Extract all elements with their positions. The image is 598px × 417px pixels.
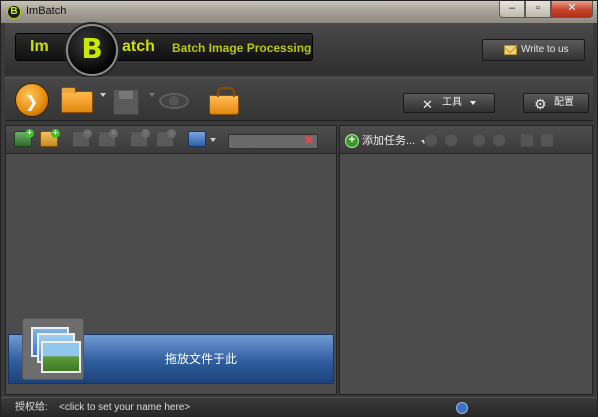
clear-tasks-button[interactable] [444,133,458,147]
save-button[interactable] [113,83,145,117]
license-label: 授权给: [15,402,48,413]
task-list-toolbar: + 添加任务... [340,126,592,154]
save-dropdown-icon[interactable] [149,93,155,97]
landscape-photo-icon [41,341,81,373]
arrow-up-icon: ↑ [141,129,150,138]
view-mode-dropdown-icon[interactable] [210,138,216,142]
logo-atch-text: atch [122,38,155,55]
paste-task-button[interactable] [540,133,554,147]
add-circle-icon: + [345,134,359,148]
app-header: Im B atch Batch Image Processing Write t… [5,23,593,76]
config-label: 配置 [554,97,574,108]
window-title: ImBatch [26,5,67,17]
add-image-button[interactable]: + [14,129,34,147]
app-icon: B [7,5,21,19]
info-icon [456,402,468,414]
add-folder-button[interactable]: + [40,129,60,147]
clear-images-button[interactable]: × [98,129,118,147]
move-up-button[interactable]: ↑ [130,129,150,147]
floppy-disk-icon [113,89,139,115]
delete-icon: × [109,129,118,138]
status-bar: 授权给: <click to set your name here> [1,397,597,417]
logo-b-circle: B [66,24,118,76]
view-mode-button[interactable] [188,131,206,147]
tools-menu-button[interactable]: ✕ 工具 [403,93,495,113]
move-down-button[interactable]: ↓ [156,129,176,147]
add-task-label: 添加任务... [362,135,416,147]
remove-icon: − [83,129,92,138]
copy-task-button[interactable] [520,133,534,147]
minimize-button[interactable]: – [499,1,525,18]
app-logo: Im B atch Batch Image Processing [15,24,313,76]
license-name-link[interactable]: <click to set your name here> [59,398,190,417]
clear-filter-icon[interactable]: ✖ [304,133,314,147]
config-button[interactable]: ⚙ 配置 [523,93,589,113]
write-to-us-button[interactable]: Write to us [482,39,585,61]
play-chevron-icon: ❯ [25,94,39,111]
title-bar[interactable]: B ImBatch – ▫ ✕ [1,1,597,23]
run-button[interactable]: ❯ [15,83,49,117]
logo-im-text: Im [30,38,49,55]
task-list-panel: + 添加任务... [339,125,593,395]
task-up-button[interactable] [472,133,486,147]
image-list-toolbar: + + − × ↑ ↓ ✖ [6,126,336,154]
remove-image-button[interactable]: − [72,129,92,147]
app-window: B ImBatch – ▫ ✕ Im B atch Batch Image Pr… [0,0,598,417]
envelope-icon [504,45,517,55]
close-button[interactable]: ✕ [551,1,593,18]
tools-label: 工具 [442,97,462,108]
write-to-us-label: Write to us [521,44,569,55]
open-folder-button[interactable] [61,83,97,117]
chevron-down-icon [470,101,476,105]
basket-button[interactable] [207,83,243,117]
image-list-panel: + + − × ↑ ↓ ✖ 拖放文件于此 [5,125,337,395]
basket-icon [209,87,239,115]
main-toolbar: ❯ ✕ 工具 ⚙ 配置 [5,77,593,121]
open-folder-dropdown-icon[interactable] [100,93,106,97]
add-plus-icon: + [25,129,34,138]
logo-b-text: B [81,32,103,65]
tools-icon: ✕ [422,97,433,112]
images-stack-icon [22,318,84,380]
add-task-button[interactable]: + 添加任务... [344,132,429,150]
logo-subtitle: Batch Image Processing [172,41,312,55]
eye-icon [159,93,189,109]
add-plus-icon: + [51,129,60,138]
maximize-button[interactable]: ▫ [525,1,551,18]
remove-task-button[interactable] [424,133,438,147]
arrow-down-icon: ↓ [167,129,176,138]
gear-icon: ⚙ [534,96,547,112]
folder-icon [61,87,93,113]
preview-button[interactable] [157,83,191,117]
task-down-button[interactable] [492,133,506,147]
window-controls: – ▫ ✕ [499,1,593,19]
